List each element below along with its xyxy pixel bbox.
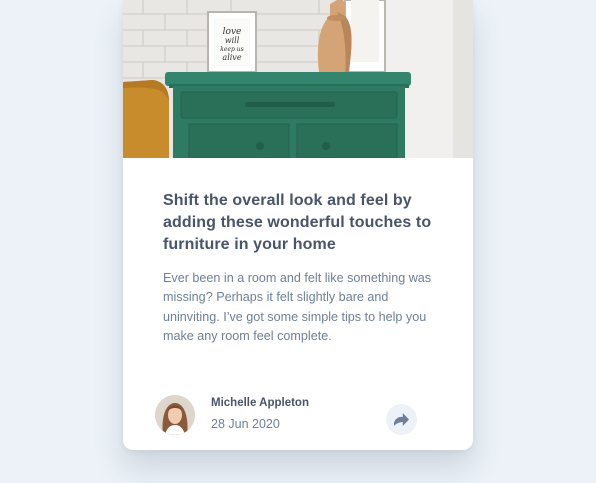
- article-title: Shift the overall look and feel by addin…: [163, 192, 432, 253]
- post-date: 28 Jun 2020: [211, 417, 280, 431]
- avatar: [155, 395, 195, 435]
- share-icon: [394, 413, 409, 426]
- article-excerpt: Ever been in a room and felt like someth…: [163, 271, 432, 343]
- share-button[interactable]: [386, 404, 417, 435]
- frame-text-line: will: [225, 36, 240, 45]
- hero-image: love will keep us alive: [123, 0, 473, 158]
- article-card: love will keep us alive Shift the overal…: [123, 0, 473, 450]
- frame-text-line: keep us: [220, 46, 243, 53]
- frame-text-line: alive: [222, 53, 241, 62]
- author-name: Michelle Appleton: [211, 397, 309, 409]
